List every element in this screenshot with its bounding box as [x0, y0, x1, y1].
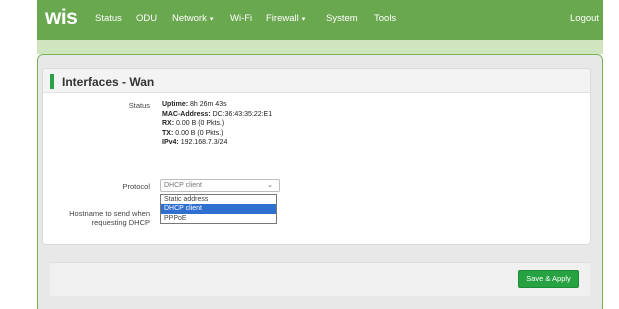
nav-network[interactable]: Network ▾: [172, 13, 213, 24]
nav-tools[interactable]: Tools: [374, 13, 396, 24]
status-block: Uptime: 8h 26m 43s MAC-Address: DC:36:43…: [162, 101, 273, 146]
save-apply-button[interactable]: Save & Apply: [518, 270, 579, 288]
subheader-band: [37, 40, 603, 54]
wis-logo[interactable]: wis: [45, 6, 78, 30]
nav-status[interactable]: Status: [95, 13, 122, 24]
nav-system[interactable]: System: [326, 13, 358, 24]
protocol-option-static[interactable]: Static address: [161, 195, 276, 204]
nav-wifi[interactable]: Wi-Fi: [230, 13, 252, 24]
hostname-label-line1: Hostname to send when: [69, 209, 150, 218]
page-title: Interfaces - Wan: [62, 75, 155, 89]
protocol-label: Protocol: [122, 182, 150, 191]
nav-firewall[interactable]: Firewall ▾: [266, 13, 305, 24]
protocol-dropdown[interactable]: Static address DHCP client PPPoE: [160, 194, 277, 224]
protocol-option-pppoe[interactable]: PPPoE: [161, 214, 276, 223]
status-label: Status: [128, 101, 150, 110]
protocol-option-dhcp[interactable]: DHCP client: [161, 204, 276, 214]
protocol-select-value: DHCP client: [164, 182, 202, 189]
footer-bar: [50, 262, 590, 296]
card-header: Interfaces - Wan: [43, 69, 590, 93]
caret-down-icon: ▾: [301, 16, 306, 23]
title-accent-bar: [50, 74, 54, 89]
protocol-select[interactable]: DHCP client ⌄: [160, 179, 280, 192]
caret-down-icon: ▾: [209, 16, 214, 23]
nav-odu[interactable]: ODU: [136, 13, 157, 24]
logout-link[interactable]: Logout: [570, 13, 599, 24]
chevron-down-icon: ⌄: [267, 182, 273, 189]
hostname-label-line2: requesting DHCP: [91, 218, 150, 227]
